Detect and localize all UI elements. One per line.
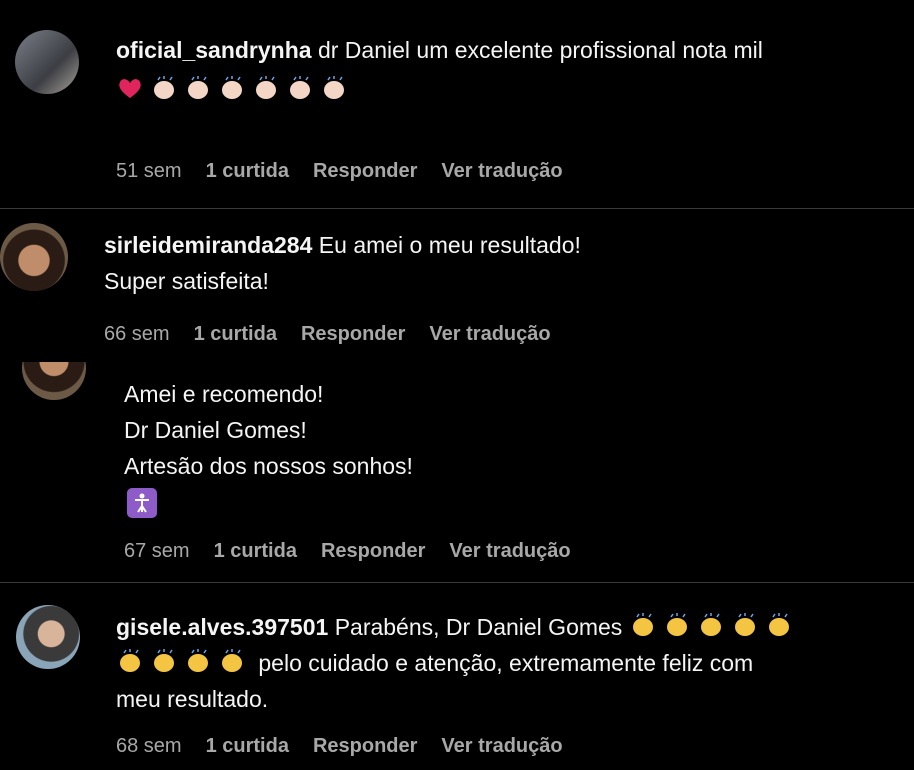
comment-text-line-1: Parabéns, Dr Daniel Gomes [334,614,623,640]
comment-text-line-2: Super satisfeita! [104,268,269,294]
accessibility-badge-icon [127,488,157,518]
avatar[interactable] [0,223,68,291]
reply-button[interactable]: Responder [321,540,425,562]
see-translation-button[interactable]: Ver tradução [441,160,562,182]
timestamp[interactable]: 68 sem [116,735,182,757]
username[interactable]: oficial_sandrynha [116,37,312,63]
comment-meta: 66 sem 1 curtida Responder Ver tradução [104,323,551,346]
comment-body: oficial_sandrynha dr Daniel um excelente… [116,32,896,68]
comment-meta: 68 sem 1 curtida Responder Ver tradução [116,735,563,758]
comment-3: Amei e recomendo! Dr Daniel Gomes! Artes… [0,362,914,580]
clap-icon [734,613,755,636]
avatar[interactable] [15,30,79,94]
timestamp[interactable]: 67 sem [124,540,190,562]
comment-text: dr Daniel um excelente profissional nota… [317,37,763,63]
likes-count[interactable]: 1 curtida [214,540,297,562]
reply-button[interactable]: Responder [313,160,417,182]
comment-body: Amei e recomendo! Dr Daniel Gomes! Artes… [124,376,884,484]
reply-button[interactable]: Responder [313,735,417,757]
comment-text-line-3: meu resultado. [116,686,269,712]
clap-light-icon [324,76,344,99]
see-translation-button[interactable]: Ver tradução [429,323,550,345]
likes-count[interactable]: 1 curtida [206,735,289,757]
likes-count[interactable]: 1 curtida [194,323,277,345]
comment-1: oficial_sandrynha dr Daniel um excelente… [0,0,914,210]
emoji-line: ❤️👏🏻👏🏻👏🏻👏🏻👏🏻👏🏻. [116,72,354,108]
avatar[interactable] [22,362,86,400]
clap-icon [768,613,789,636]
comment-text-line-2: Dr Daniel Gomes! [124,417,307,443]
emoji-text: ❤️👏🏻👏🏻👏🏻👏🏻👏🏻👏🏻. [116,72,323,108]
clap-emojis [629,613,799,640]
clap-icon [188,649,208,672]
username[interactable]: gisele.alves.397501 [116,614,328,640]
timestamp[interactable]: 66 sem [104,323,170,345]
comment-text-line-3: Artesão dos nossos sonhos! [124,453,413,479]
comment-text-line-1: Eu amei o meu resultado! [318,232,581,258]
clap-icon [632,613,653,636]
likes-count[interactable]: 1 curtida [206,160,289,182]
comment-text-line-2: pelo cuidado e atenção, extremamente fel… [258,650,754,676]
reply-button[interactable]: Responder [301,323,405,345]
username[interactable]: sirleidemiranda284 [104,232,312,258]
see-translation-button[interactable]: Ver tradução [441,735,562,757]
comment-body: gisele.alves.397501 Parabéns, Dr Daniel … [116,609,896,717]
comment-body: sirleidemiranda284 Eu amei o meu resulta… [104,227,894,299]
clap-icon [154,649,174,672]
comment-meta: 67 sem 1 curtida Responder Ver tradução [124,540,571,563]
clap-icon [700,613,721,636]
clap-icon [120,649,140,672]
see-translation-button[interactable]: Ver tradução [449,540,570,562]
timestamp[interactable]: 51 sem [116,160,182,182]
comment-2: sirleidemiranda284 Eu amei o meu resulta… [0,209,914,359]
comment-text-line-1: Amei e recomendo! [124,381,324,407]
comment-meta: 51 sem 1 curtida Responder Ver tradução [116,160,563,183]
clap-icon [666,613,687,636]
clap-emojis [116,649,252,676]
clap-icon [222,649,242,672]
comment-4: gisele.alves.397501 Parabéns, Dr Daniel … [0,583,914,770]
avatar[interactable] [16,605,80,669]
